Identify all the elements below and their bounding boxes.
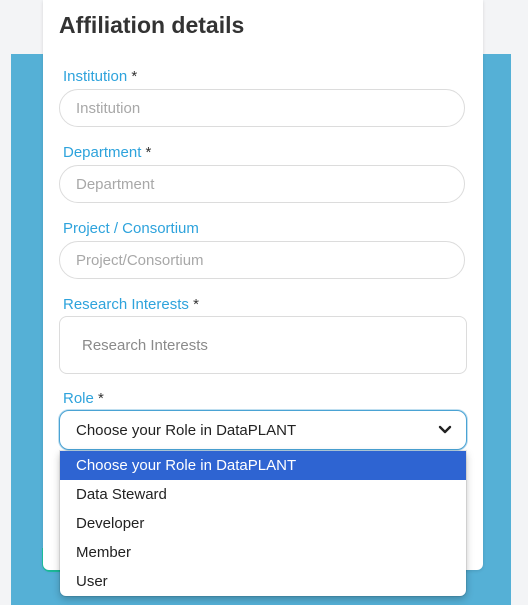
required-mark: * xyxy=(98,390,104,407)
department-label: Department * xyxy=(63,144,151,161)
institution-label-text: Institution xyxy=(63,68,128,85)
role-option-developer[interactable]: Developer xyxy=(60,509,466,538)
role-dropdown-list: Choose your Role in DataPLANT Data Stewa… xyxy=(60,451,466,596)
role-label: Role * xyxy=(63,390,104,407)
project-input[interactable] xyxy=(59,241,465,279)
role-select-value: Choose your Role in DataPLANT xyxy=(76,422,297,439)
chevron-down-icon xyxy=(438,425,452,434)
form-title: Affiliation details xyxy=(59,12,245,38)
institution-label: Institution * xyxy=(63,68,137,85)
research-interests-input[interactable] xyxy=(59,316,467,374)
department-input[interactable] xyxy=(59,165,465,203)
required-mark: * xyxy=(131,68,138,85)
department-label-text: Department xyxy=(63,144,142,161)
required-mark: * xyxy=(145,144,152,161)
role-option-choose[interactable]: Choose your Role in DataPLANT xyxy=(60,451,466,480)
role-select[interactable]: Choose your Role in DataPLANT xyxy=(59,410,467,450)
institution-input[interactable] xyxy=(59,89,465,127)
project-label: Project / Consortium xyxy=(63,220,199,237)
research-interests-label: Research Interests * xyxy=(63,296,199,313)
research-interests-label-text: Research Interests xyxy=(63,296,189,313)
role-option-user[interactable]: User xyxy=(60,567,466,596)
required-mark: * xyxy=(193,296,199,313)
project-label-text: Project / Consortium xyxy=(63,220,199,237)
role-label-text: Role xyxy=(63,390,94,407)
role-option-data-steward[interactable]: Data Steward xyxy=(60,480,466,509)
role-option-member[interactable]: Member xyxy=(60,538,466,567)
